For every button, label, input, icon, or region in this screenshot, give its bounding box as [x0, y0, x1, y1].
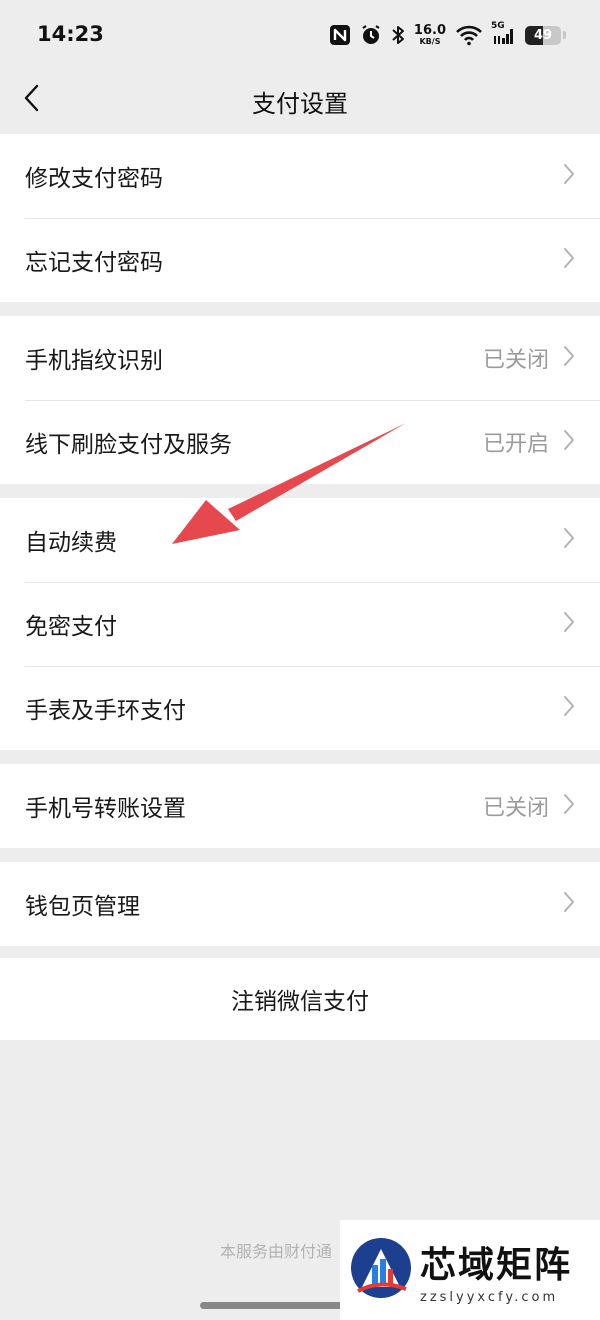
battery-icon: 49	[525, 25, 561, 45]
navigation-bar: 支付设置	[0, 70, 600, 132]
battery-tip	[563, 31, 566, 39]
forgot-pay-password-item[interactable]: 忘记支付密码	[0, 218, 600, 302]
battery-level: 49	[533, 27, 553, 43]
settings-group-payments: 自动续费 免密支付 手表及手环支付	[0, 498, 600, 750]
watermark: 芯域矩阵 zzslyyxcfy.com	[340, 1220, 600, 1320]
chevron-right-icon	[563, 611, 575, 637]
item-label: 手表及手环支付	[25, 698, 186, 724]
nfc-icon	[329, 24, 351, 46]
chevron-right-icon	[563, 527, 575, 553]
change-pay-password-item[interactable]: 修改支付密码	[0, 134, 600, 218]
chevron-right-icon	[563, 163, 575, 189]
item-label: 线下刷脸支付及服务	[25, 432, 232, 458]
item-label: 手机号转账设置	[25, 796, 186, 822]
auto-renew-item[interactable]: 自动续费	[0, 498, 600, 582]
settings-group-transfer: 手机号转账设置 已关闭	[0, 764, 600, 848]
page-title: 支付设置	[252, 90, 348, 118]
alarm-icon	[360, 24, 382, 46]
item-status: 已关闭	[482, 796, 549, 821]
watermark-url: zzslyyxcfy.com	[420, 1289, 559, 1305]
phone-transfer-item[interactable]: 手机号转账设置 已关闭	[0, 764, 600, 848]
fingerprint-item[interactable]: 手机指纹识别 已关闭	[0, 316, 600, 400]
network-speed: 16.0 KB/S	[414, 24, 446, 46]
chevron-right-icon	[563, 345, 575, 371]
wallet-page-item[interactable]: 钱包页管理	[0, 862, 600, 946]
status-bar: 14:23 16.0 KB/S 5G 49	[0, 0, 600, 70]
chevron-right-icon	[563, 247, 575, 273]
status-time: 14:23	[37, 22, 104, 46]
chevron-right-icon	[563, 793, 575, 819]
footer-note: 本服务由财付通	[220, 1242, 333, 1261]
wifi-icon	[455, 24, 483, 46]
item-label: 钱包页管理	[25, 894, 140, 920]
watch-band-pay-item[interactable]: 手表及手环支付	[0, 666, 600, 750]
item-label: 手机指纹识别	[25, 348, 163, 374]
item-label: 忘记支付密码	[25, 250, 163, 276]
item-status: 已关闭	[482, 348, 549, 373]
item-label: 自动续费	[25, 530, 117, 556]
item-label: 免密支付	[25, 614, 117, 640]
bluetooth-icon	[391, 24, 405, 46]
settings-group-password: 修改支付密码 忘记支付密码	[0, 134, 600, 302]
face-pay-item[interactable]: 线下刷脸支付及服务 已开启	[0, 400, 600, 484]
chevron-right-icon	[563, 429, 575, 455]
speed-value: 16.0	[413, 23, 446, 38]
settings-group-wallet: 钱包页管理	[0, 862, 600, 946]
item-status: 已开启	[482, 432, 549, 457]
watermark-logo	[348, 1235, 414, 1305]
watermark-title: 芯域矩阵	[420, 1244, 573, 1286]
item-label: 修改支付密码	[25, 166, 163, 192]
deregister-label: 注销微信支付	[231, 989, 369, 1015]
watermark-text: 芯域矩阵 zzslyyxcfy.com	[420, 1236, 572, 1305]
network-type: 5G	[491, 21, 505, 31]
chevron-right-icon	[563, 695, 575, 721]
password-free-pay-item[interactable]: 免密支付	[0, 582, 600, 666]
deregister-wechat-pay-button[interactable]: 注销微信支付	[0, 958, 600, 1040]
settings-group-biometric: 手机指纹识别 已关闭 线下刷脸支付及服务 已开启	[0, 316, 600, 484]
speed-unit: KB/S	[419, 37, 441, 46]
signal-icon: 5G	[491, 21, 516, 46]
chevron-right-icon	[563, 891, 575, 917]
status-icons: 16.0 KB/S 5G 49	[329, 21, 566, 49]
